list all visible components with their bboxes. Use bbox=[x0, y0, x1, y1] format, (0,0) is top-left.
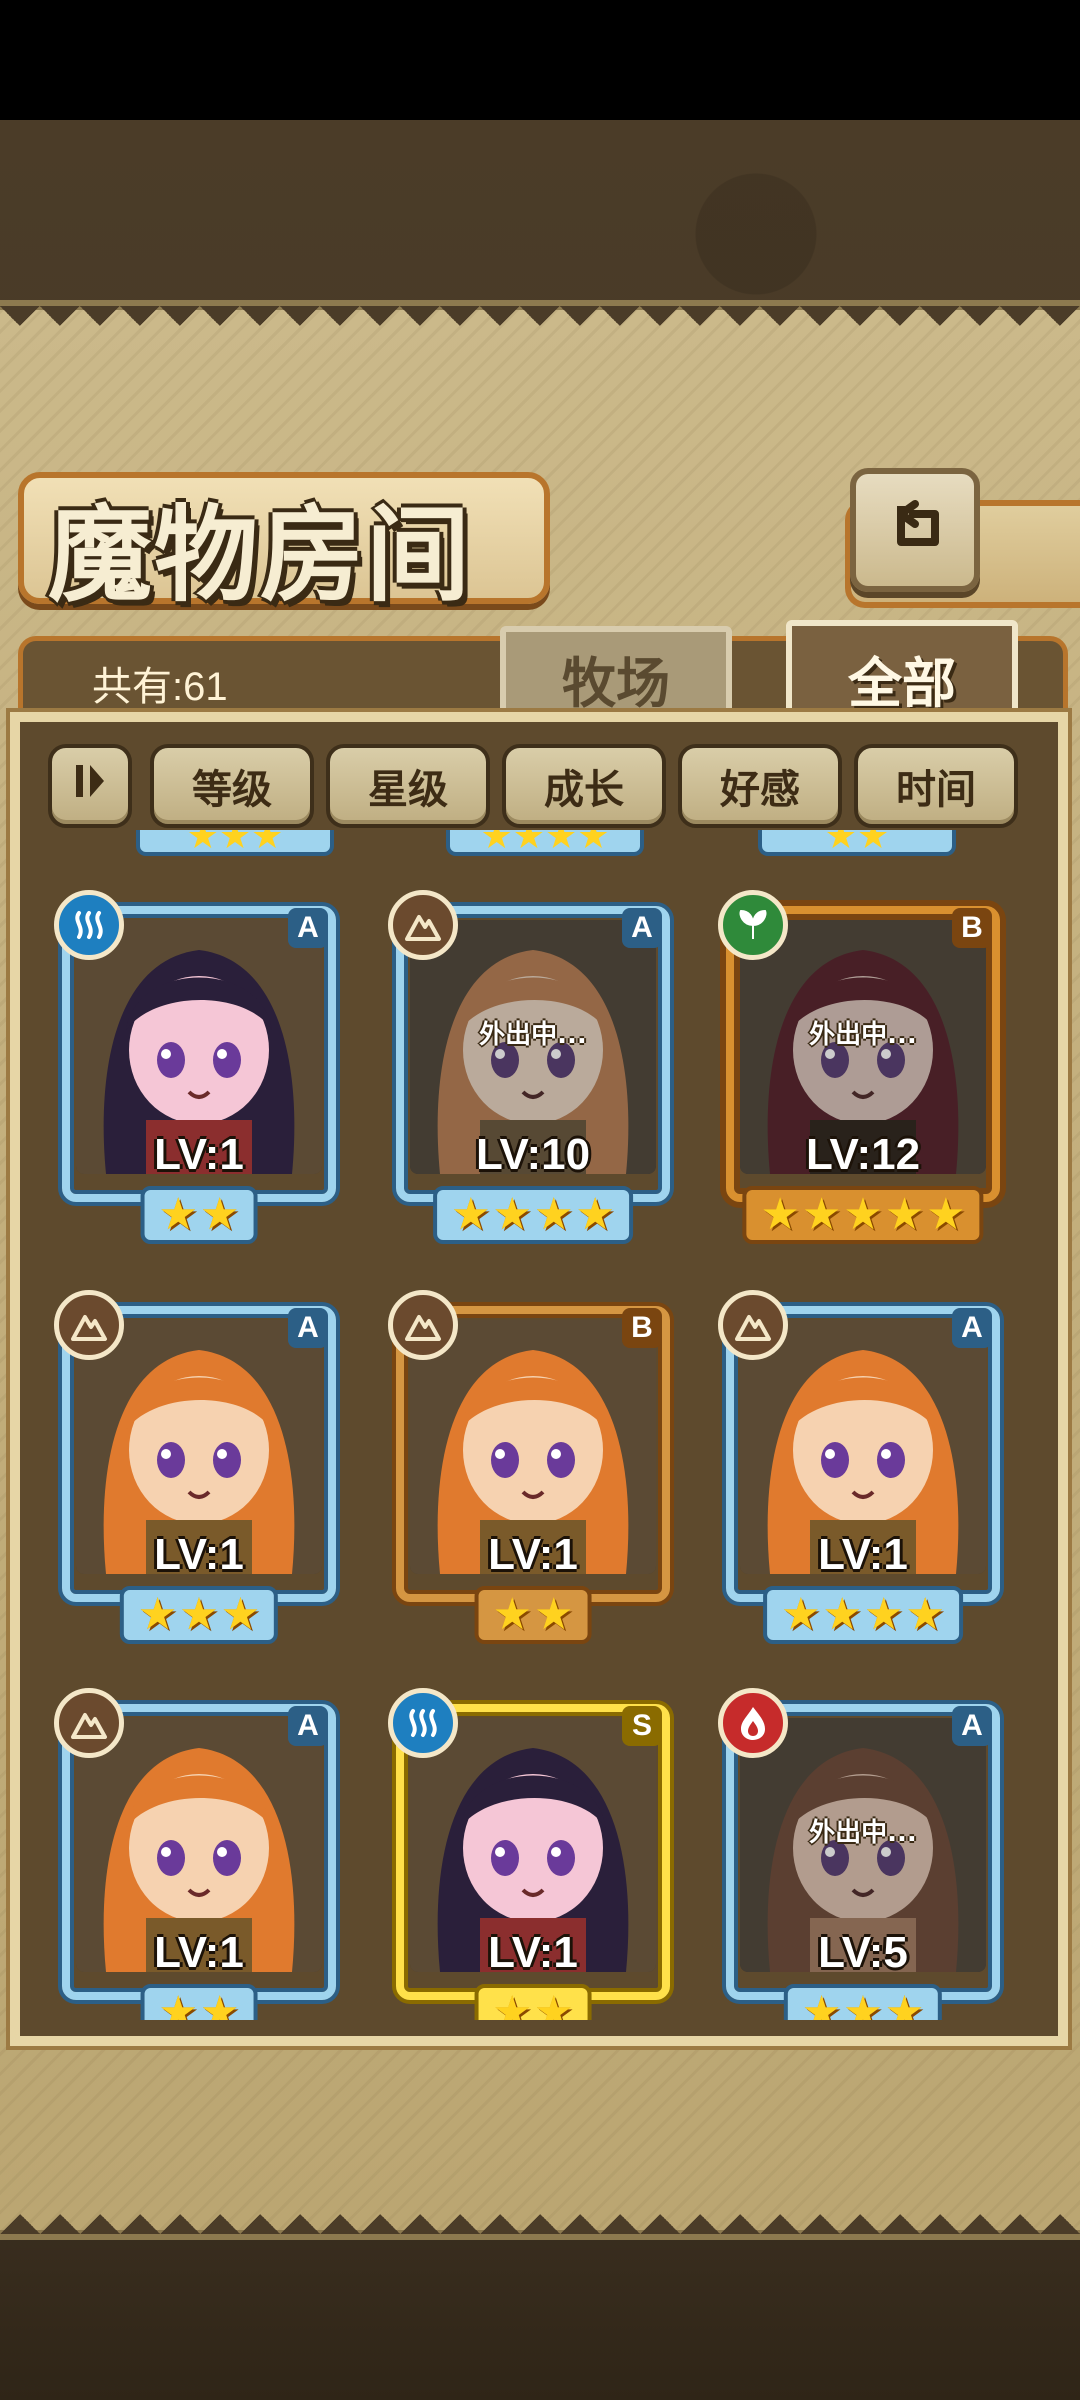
page-title: 魔物房间 bbox=[48, 493, 473, 616]
star-icon: ★ bbox=[884, 1189, 925, 1240]
partial-card-stars: ★★ bbox=[758, 830, 956, 856]
rank-badge: A bbox=[952, 1308, 992, 1348]
wood-element-icon bbox=[718, 890, 788, 960]
rank-badge: A bbox=[952, 1706, 992, 1746]
star-icon: ★ bbox=[158, 1189, 198, 1240]
away-status: 外出中... bbox=[479, 1020, 587, 1050]
star-icon: ★ bbox=[534, 1589, 574, 1640]
rank-badge: S bbox=[622, 1706, 662, 1746]
star-icon: ★ bbox=[822, 1589, 862, 1640]
status-bar bbox=[0, 0, 1080, 120]
earth-element-icon bbox=[388, 1290, 458, 1360]
monster-level: LV:1 bbox=[154, 1928, 244, 1977]
sort-bar: 等级 星级 成长 好感 时间 bbox=[48, 744, 1038, 828]
star-icon: ★ bbox=[492, 1987, 532, 2021]
star-rating: ★ ★ ★ ★ ★ bbox=[742, 1186, 984, 1244]
star-icon: ★ bbox=[760, 1189, 800, 1240]
star-icon: ★ bbox=[534, 1987, 574, 2021]
star-icon: ★ bbox=[220, 1589, 261, 1640]
star-rating: ★ ★ ★ ★ bbox=[433, 1186, 633, 1244]
return-arrow-icon bbox=[879, 492, 951, 568]
fire-element-icon bbox=[718, 1688, 788, 1758]
earth-element-icon bbox=[54, 1688, 124, 1758]
monster-card[interactable]: 外出中... LV:5 ★ ★ ★ A bbox=[718, 1688, 1000, 2020]
star-icon: ★ bbox=[200, 1987, 240, 2021]
star-icon: ★ bbox=[492, 1589, 532, 1640]
monster-card[interactable]: 外出中... LV:10 ★ ★ ★ ★ A bbox=[388, 890, 670, 1244]
earth-element-icon bbox=[388, 890, 458, 960]
sort-by-level-button[interactable]: 等级 bbox=[150, 744, 314, 828]
monster-level: LV:12 bbox=[805, 1130, 921, 1179]
monster-level: LV:1 bbox=[488, 1530, 578, 1579]
panel-zigzag-top bbox=[0, 306, 1080, 346]
star-icon: ★ bbox=[905, 1589, 945, 1640]
star-icon: ★ bbox=[843, 1987, 883, 2021]
partial-card-stars: ★★★ bbox=[136, 830, 334, 856]
sort-by-star-button[interactable]: 星级 bbox=[326, 744, 490, 828]
monster-card[interactable]: LV:1 ★ ★ ★ ★ A bbox=[718, 1290, 1000, 1644]
monster-level: LV:1 bbox=[154, 1130, 244, 1179]
star-rating: ★ ★ bbox=[140, 1186, 258, 1244]
sort-order-icon bbox=[68, 759, 112, 813]
star-icon: ★ bbox=[200, 1189, 240, 1240]
sort-by-growth-button[interactable]: 成长 bbox=[502, 744, 666, 828]
star-rating: ★ ★ bbox=[474, 1586, 592, 1644]
rank-badge: A bbox=[288, 1706, 328, 1746]
star-icon: ★ bbox=[843, 1189, 883, 1240]
monster-card[interactable]: LV:1 ★ ★ A bbox=[54, 1688, 336, 2020]
monster-grid[interactable]: ★★★ ★★★★ ★★ LV:1 ★ ★ A 外出中... LV:10 ★ ★ ★ ★ A 外出中..… bbox=[28, 830, 1050, 2020]
earth-element-icon bbox=[718, 1290, 788, 1360]
star-icon: ★ bbox=[864, 1589, 904, 1640]
rank-badge: A bbox=[288, 1308, 328, 1348]
earth-element-icon bbox=[54, 1290, 124, 1360]
away-status: 外出中... bbox=[809, 1818, 917, 1848]
monster-card[interactable]: LV:1 ★ ★ ★ A bbox=[54, 1290, 336, 1644]
star-icon: ★ bbox=[884, 1987, 925, 2021]
sort-by-time-button[interactable]: 时间 bbox=[854, 744, 1018, 828]
star-icon: ★ bbox=[179, 1589, 219, 1640]
monster-level: LV:1 bbox=[488, 1928, 578, 1977]
sort-order-toggle[interactable] bbox=[48, 744, 132, 828]
star-icon: ★ bbox=[781, 1589, 821, 1640]
monster-card[interactable]: LV:1 ★ ★ A bbox=[54, 890, 336, 1244]
star-rating: ★ ★ bbox=[474, 1984, 592, 2021]
panel-zigzag-bottom bbox=[0, 2194, 1080, 2234]
star-icon: ★ bbox=[492, 1189, 532, 1240]
water-element-icon bbox=[54, 890, 124, 960]
rank-badge: B bbox=[622, 1308, 662, 1348]
monster-level: LV:5 bbox=[818, 1928, 908, 1977]
star-icon: ★ bbox=[801, 1987, 842, 2021]
star-icon: ★ bbox=[926, 1189, 966, 1240]
monster-level: LV:1 bbox=[154, 1530, 244, 1579]
monster-level: LV:1 bbox=[818, 1530, 908, 1579]
rank-badge: A bbox=[288, 908, 328, 948]
monster-count: 共有:61 bbox=[92, 665, 228, 709]
away-status: 外出中... bbox=[809, 1020, 917, 1050]
monster-level: LV:10 bbox=[475, 1130, 591, 1179]
water-element-icon bbox=[388, 1688, 458, 1758]
star-icon: ★ bbox=[451, 1189, 491, 1240]
back-button[interactable] bbox=[850, 468, 980, 592]
star-rating: ★ ★ ★ bbox=[119, 1586, 279, 1644]
sort-by-affection-button[interactable]: 好感 bbox=[678, 744, 842, 828]
star-rating: ★ ★ bbox=[140, 1984, 258, 2021]
rank-badge: B bbox=[952, 908, 992, 948]
monster-card[interactable]: 外出中... LV:12 ★ ★ ★ ★ ★ B bbox=[718, 890, 1000, 1244]
star-icon: ★ bbox=[801, 1189, 842, 1240]
star-icon: ★ bbox=[575, 1189, 615, 1240]
partial-card-stars: ★★★★ bbox=[446, 830, 644, 856]
star-rating: ★ ★ ★ bbox=[783, 1984, 943, 2021]
star-icon: ★ bbox=[137, 1589, 178, 1640]
monster-card[interactable]: LV:1 ★ ★ S bbox=[388, 1688, 670, 2020]
monster-card[interactable]: LV:1 ★ ★ B bbox=[388, 1290, 670, 1644]
rank-badge: A bbox=[622, 908, 662, 948]
star-rating: ★ ★ ★ ★ bbox=[763, 1586, 963, 1644]
star-icon: ★ bbox=[534, 1189, 574, 1240]
star-icon: ★ bbox=[158, 1987, 198, 2021]
